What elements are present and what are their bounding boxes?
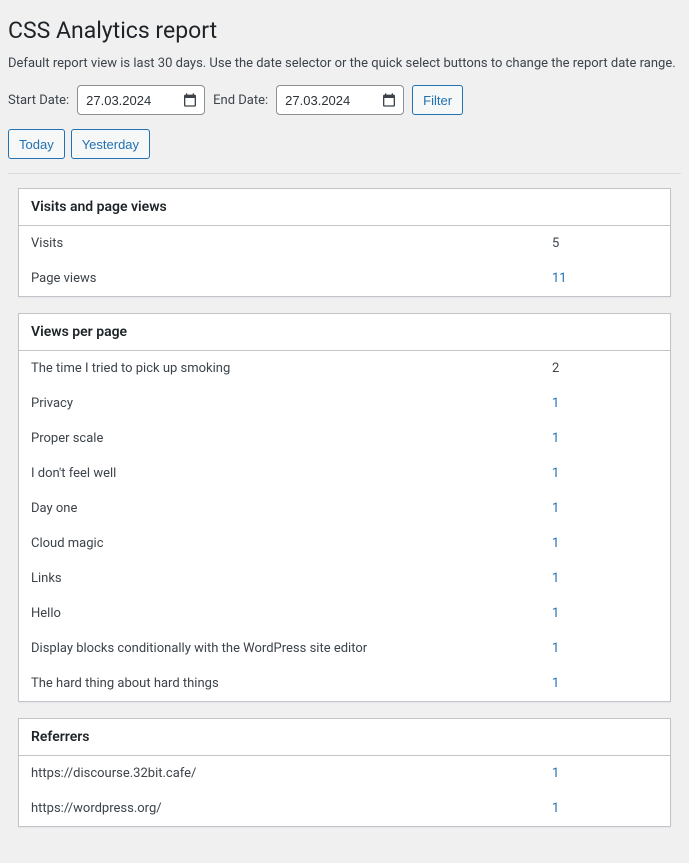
row-value: 1 — [540, 491, 670, 526]
row-value: 1 — [540, 386, 670, 421]
today-button[interactable]: Today — [8, 129, 65, 159]
table-row: Privacy 1 — [19, 386, 670, 421]
row-value-link[interactable]: 1 — [552, 641, 559, 656]
start-date-label: Start Date: — [8, 93, 69, 108]
referrers-widget-title: Referrers — [19, 719, 670, 756]
row-label: Hello — [19, 596, 540, 631]
start-date-input[interactable] — [86, 93, 171, 108]
table-row: The time I tried to pick up smoking2 — [19, 351, 670, 386]
row-value: 1 — [540, 561, 670, 596]
row-value: 5 — [540, 226, 670, 261]
row-value: 1 — [540, 421, 670, 456]
row-value: 2 — [540, 351, 670, 386]
row-label: Cloud magic — [19, 526, 540, 561]
views-per-page-widget-title: Views per page — [19, 314, 670, 351]
filter-button[interactable]: Filter — [412, 85, 463, 115]
table-row: Proper scale 1 — [19, 421, 670, 456]
views-per-page-table: The time I tried to pick up smoking2Priv… — [19, 351, 670, 701]
end-date-input[interactable] — [285, 93, 370, 108]
row-label: Page views — [19, 261, 540, 296]
table-row: Page views 11 — [19, 261, 670, 296]
row-label: Display blocks conditionally with the Wo… — [19, 631, 540, 666]
row-label: Proper scale — [19, 421, 540, 456]
end-date-input-wrapper[interactable] — [276, 85, 404, 115]
calendar-icon — [182, 92, 198, 108]
row-label: Visits — [19, 226, 540, 261]
row-label: https://wordpress.org/ — [19, 791, 540, 826]
end-date-label: End Date: — [213, 93, 268, 108]
start-date-input-wrapper[interactable] — [77, 85, 205, 115]
row-value-link[interactable]: 1 — [552, 571, 559, 586]
table-row: https://discourse.32bit.cafe/1 — [19, 756, 670, 791]
calendar-icon — [381, 92, 397, 108]
referrers-table: https://discourse.32bit.cafe/1https://wo… — [19, 756, 670, 826]
table-row: I don't feel well 1 — [19, 456, 670, 491]
page-title: CSS Analytics report — [8, 8, 681, 56]
quick-select-buttons: Today Yesterday — [8, 129, 681, 174]
page-description: Default report view is last 30 days. Use… — [8, 56, 681, 71]
views-per-page-widget: Views per page The time I tried to pick … — [18, 313, 671, 702]
row-value: 11 — [540, 261, 670, 296]
date-range-controls: Start Date: End Date: Filter — [8, 85, 681, 115]
table-row: Links 1 — [19, 561, 670, 596]
row-value-link[interactable]: 1 — [552, 606, 559, 621]
row-value-link[interactable]: 1 — [552, 801, 559, 816]
row-label: The time I tried to pick up smoking — [19, 351, 540, 386]
row-value: 1 — [540, 756, 670, 791]
row-label: I don't feel well — [19, 456, 540, 491]
row-value-link[interactable]: 1 — [552, 536, 559, 551]
row-value: 1 — [540, 526, 670, 561]
row-value-link[interactable]: 1 — [552, 766, 559, 781]
row-label: https://discourse.32bit.cafe/ — [19, 756, 540, 791]
row-value-link[interactable]: 1 — [552, 466, 559, 481]
report-area: Visits and page views Visits5Page views 1… — [8, 174, 681, 827]
table-row: The hard thing about hard things 1 — [19, 666, 670, 701]
row-label: The hard thing about hard things — [19, 666, 540, 701]
row-label: Links — [19, 561, 540, 596]
table-row: Cloud magic 1 — [19, 526, 670, 561]
visits-widget-title: Visits and page views — [19, 189, 670, 226]
table-row: Hello 1 — [19, 596, 670, 631]
visits-widget: Visits and page views Visits5Page views 1… — [18, 188, 671, 297]
row-value: 1 — [540, 666, 670, 701]
table-row: Display blocks conditionally with the Wo… — [19, 631, 670, 666]
row-label: Day one — [19, 491, 540, 526]
referrers-widget: Referrers https://discourse.32bit.cafe/1… — [18, 718, 671, 827]
table-row: Day one 1 — [19, 491, 670, 526]
row-label: Privacy — [19, 386, 540, 421]
row-value-link[interactable]: 11 — [552, 271, 567, 286]
table-row: Visits5 — [19, 226, 670, 261]
row-value-link[interactable]: 1 — [552, 396, 559, 411]
row-value-link[interactable]: 1 — [552, 501, 559, 516]
row-value-link[interactable]: 1 — [552, 676, 559, 691]
row-value: 1 — [540, 596, 670, 631]
row-value: 1 — [540, 791, 670, 826]
row-value-link[interactable]: 1 — [552, 431, 559, 446]
row-value: 1 — [540, 456, 670, 491]
yesterday-button[interactable]: Yesterday — [71, 129, 150, 159]
visits-table: Visits5Page views 11 — [19, 226, 670, 296]
table-row: https://wordpress.org/1 — [19, 791, 670, 826]
row-value: 1 — [540, 631, 670, 666]
